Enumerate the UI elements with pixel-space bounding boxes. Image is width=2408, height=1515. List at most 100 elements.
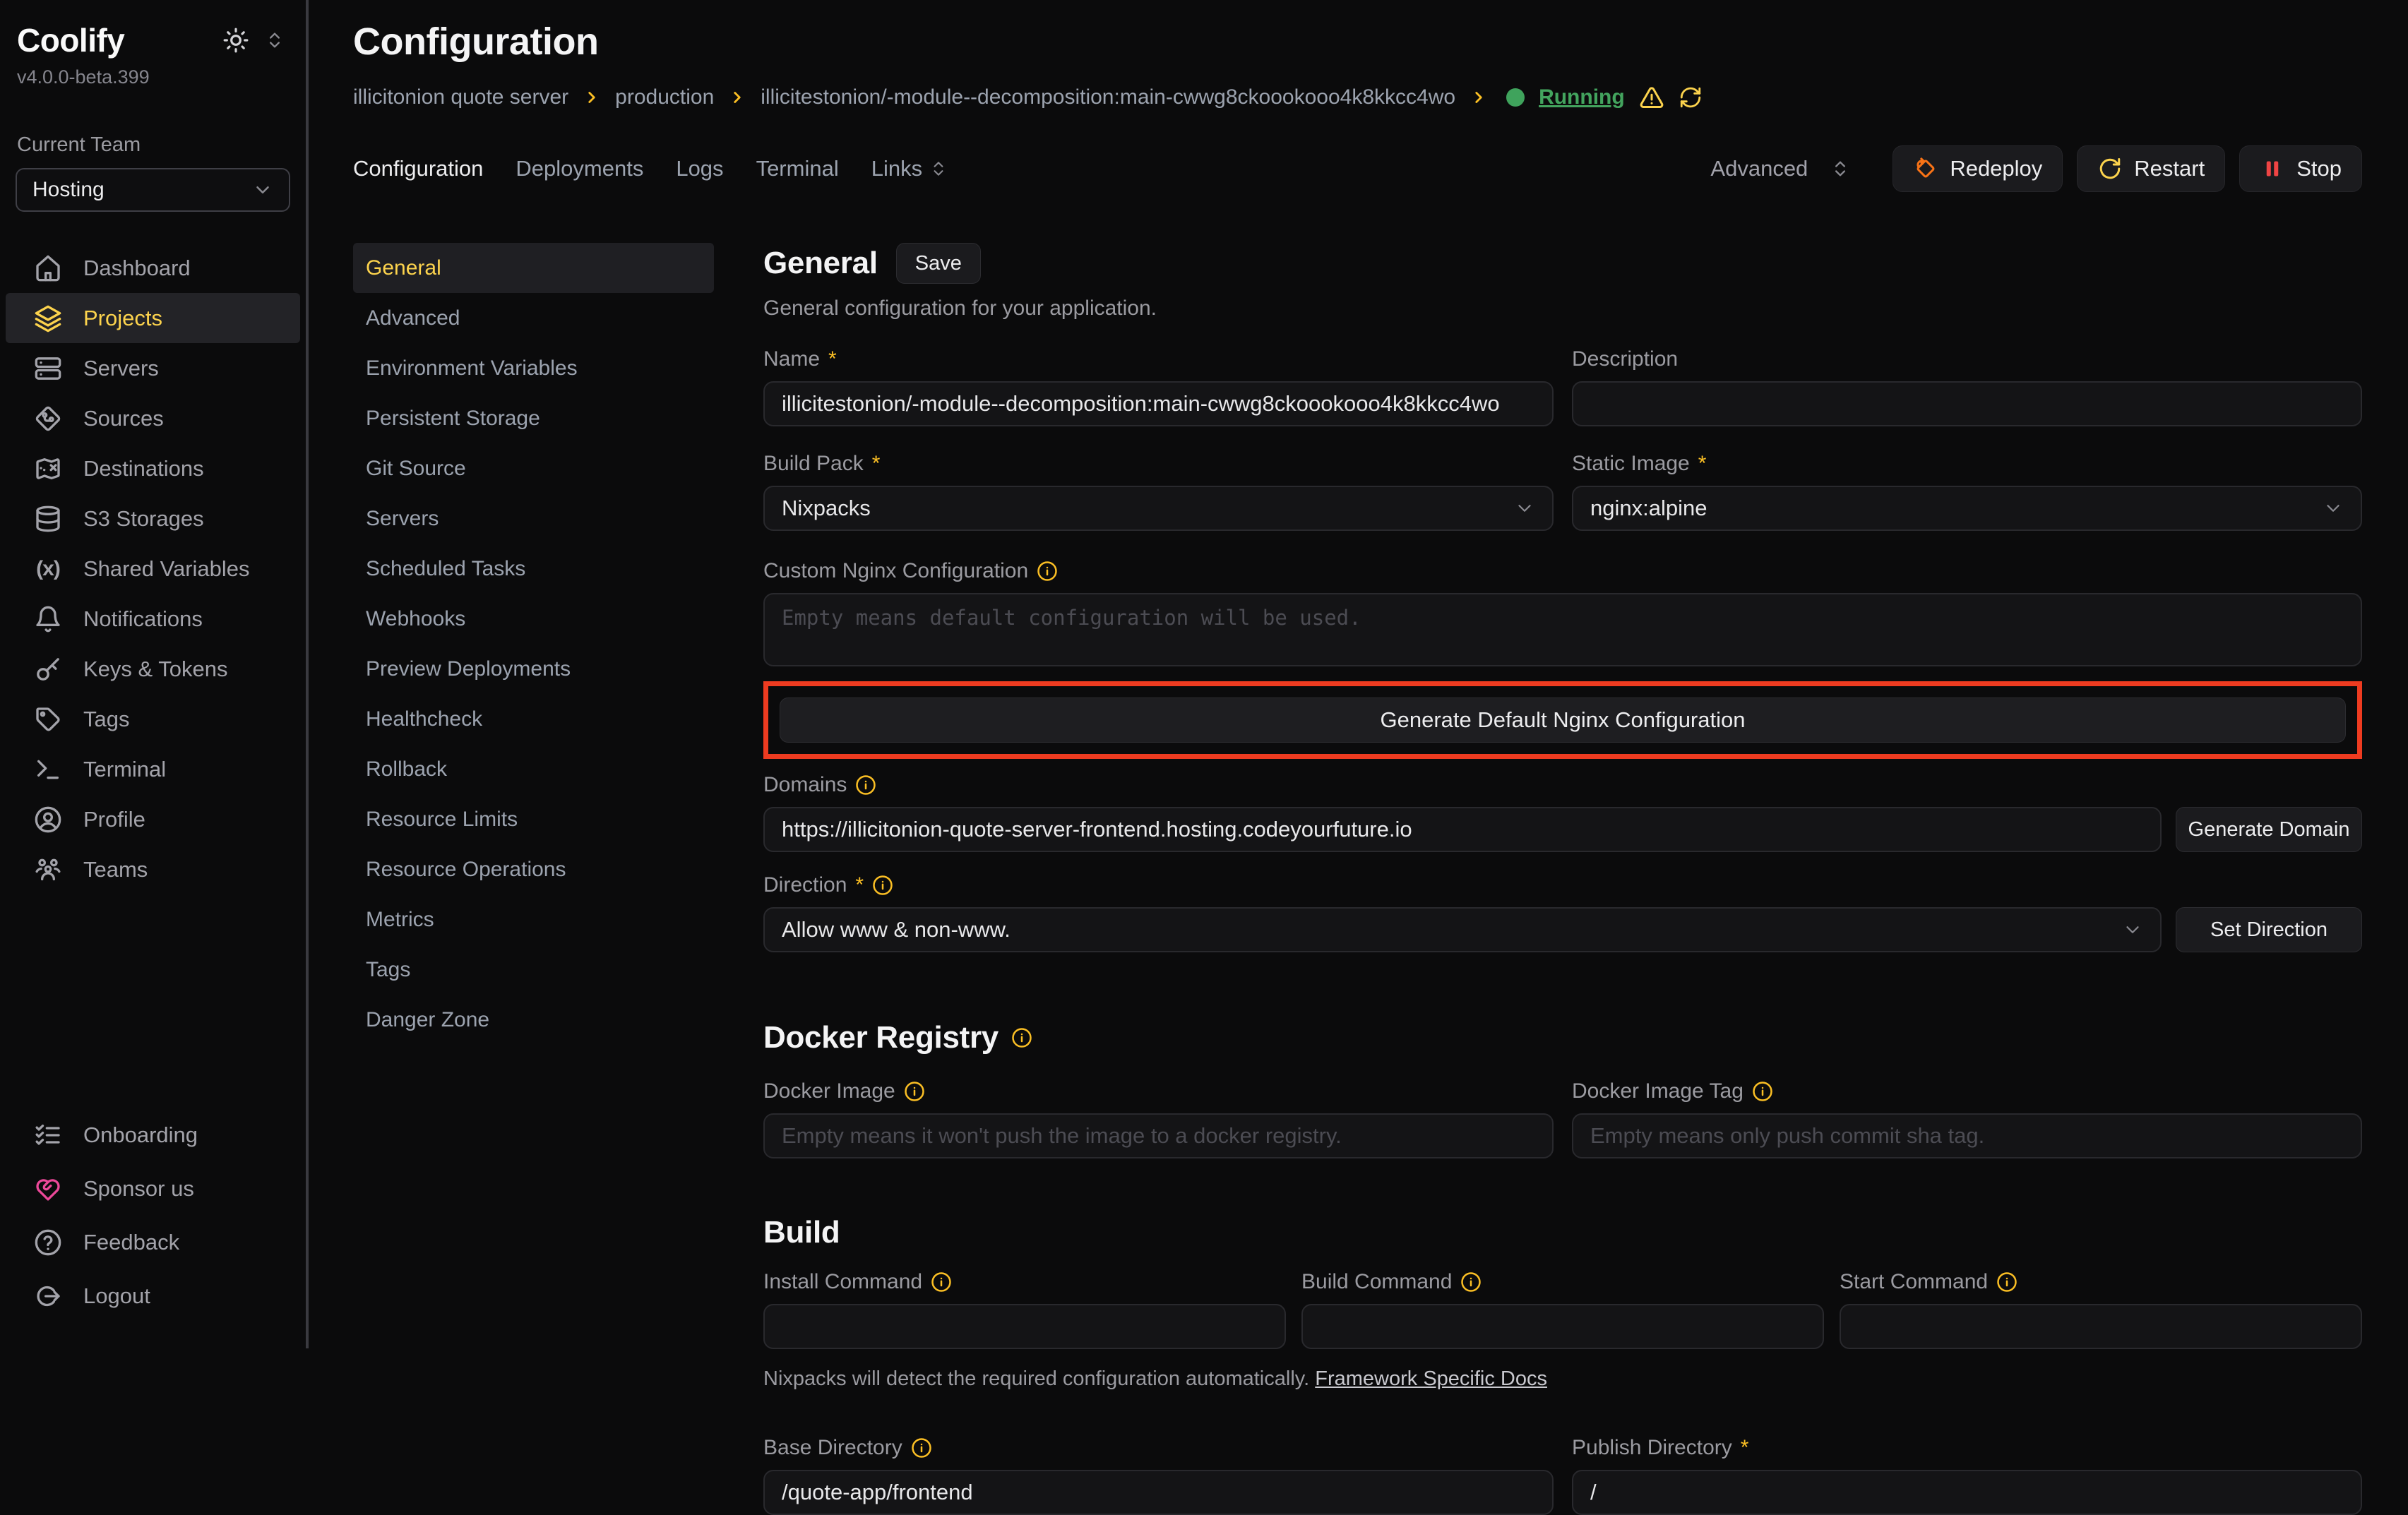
start-command-input[interactable] bbox=[1840, 1304, 2362, 1349]
submenu-preview-deployments[interactable]: Preview Deployments bbox=[353, 644, 714, 694]
tab-links[interactable]: Links bbox=[871, 156, 948, 181]
sidebar-item-notifications[interactable]: Notifications bbox=[6, 594, 300, 644]
refresh-icon[interactable] bbox=[1679, 85, 1703, 109]
sidebar-item-servers[interactable]: Servers bbox=[6, 343, 300, 393]
restart-label: Restart bbox=[2134, 156, 2205, 181]
publish-directory-input[interactable] bbox=[1572, 1470, 2362, 1515]
info-icon bbox=[911, 1437, 932, 1459]
sidebar-item-tags[interactable]: Tags bbox=[6, 694, 300, 744]
publish-directory-label: Publish Directory bbox=[1572, 1436, 1732, 1460]
sidebar-item-label: Terminal bbox=[83, 757, 166, 782]
database-icon bbox=[34, 505, 62, 533]
breadcrumb-environment[interactable]: production bbox=[615, 85, 714, 109]
submenu-advanced[interactable]: Advanced bbox=[353, 293, 714, 343]
info-icon bbox=[1011, 1027, 1032, 1048]
build-pack-select[interactable]: Nixpacks bbox=[763, 486, 1554, 531]
description-input[interactable] bbox=[1572, 381, 2362, 426]
sidebar-item-logout[interactable]: Logout bbox=[6, 1269, 300, 1323]
stop-button[interactable]: Stop bbox=[2239, 145, 2362, 192]
sidebar-item-keys-tokens[interactable]: Keys & Tokens bbox=[6, 644, 300, 694]
breadcrumb-project[interactable]: illicitonion quote server bbox=[353, 85, 568, 109]
name-label: Name bbox=[763, 347, 820, 371]
generate-nginx-config-button[interactable]: Generate Default Nginx Configuration bbox=[780, 697, 2346, 743]
submenu-webhooks[interactable]: Webhooks bbox=[353, 594, 714, 644]
sidebar-item-label: Shared Variables bbox=[83, 556, 250, 582]
chevron-right-icon bbox=[728, 88, 746, 107]
submenu-metrics[interactable]: Metrics bbox=[353, 894, 714, 945]
submenu-rollback[interactable]: Rollback bbox=[353, 744, 714, 794]
submenu-tags[interactable]: Tags bbox=[353, 945, 714, 995]
submenu-persistent-storage[interactable]: Persistent Storage bbox=[353, 393, 714, 443]
advanced-dropdown[interactable]: Advanced bbox=[1710, 156, 1850, 181]
generate-domain-button[interactable]: Generate Domain bbox=[2176, 807, 2362, 852]
static-image-select[interactable]: nginx:alpine bbox=[1572, 486, 2362, 531]
sidebar-item-terminal[interactable]: Terminal bbox=[6, 744, 300, 794]
build-command-input[interactable] bbox=[1301, 1304, 1824, 1349]
tab-logs[interactable]: Logs bbox=[676, 156, 723, 181]
redeploy-label: Redeploy bbox=[1950, 156, 2042, 181]
name-input[interactable] bbox=[763, 381, 1554, 426]
team-select[interactable]: Hosting bbox=[16, 168, 290, 212]
framework-docs-link[interactable]: Framework Specific Docs bbox=[1315, 1367, 1547, 1390]
sidebar-item-label: Onboarding bbox=[83, 1122, 198, 1148]
info-icon bbox=[931, 1271, 952, 1293]
sidebar-item-sponsor-us[interactable]: Sponsor us bbox=[6, 1162, 300, 1216]
submenu-general[interactable]: General bbox=[353, 243, 714, 293]
sidebar-item-profile[interactable]: Profile bbox=[6, 794, 300, 844]
submenu-git-source[interactable]: Git Source bbox=[353, 443, 714, 493]
redeploy-button[interactable]: Redeploy bbox=[1893, 145, 2063, 192]
logo-row: Coolify bbox=[0, 17, 306, 59]
general-form: General Save General configuration for y… bbox=[763, 243, 2362, 1515]
sidebar-item-shared-variables[interactable]: (x) Shared Variables bbox=[6, 544, 300, 594]
tab-terminal[interactable]: Terminal bbox=[756, 156, 839, 181]
submenu-resource-limits[interactable]: Resource Limits bbox=[353, 794, 714, 844]
name-field: Name * bbox=[763, 347, 1554, 426]
config-submenu: General Advanced Environment Variables P… bbox=[353, 243, 714, 1515]
set-direction-button[interactable]: Set Direction bbox=[2176, 907, 2362, 952]
submenu-scheduled-tasks[interactable]: Scheduled Tasks bbox=[353, 544, 714, 594]
base-directory-field: Base Directory bbox=[763, 1436, 1554, 1515]
current-team-label: Current Team bbox=[0, 133, 306, 157]
breadcrumb-application[interactable]: illicitestonion/-module--decomposition:m… bbox=[761, 85, 1455, 109]
save-button[interactable]: Save bbox=[896, 243, 981, 284]
restart-icon bbox=[2097, 156, 2123, 181]
submenu-healthcheck[interactable]: Healthcheck bbox=[353, 694, 714, 744]
chevron-down-icon bbox=[252, 179, 273, 200]
docker-image-input[interactable] bbox=[763, 1113, 1554, 1158]
nginx-config-textarea[interactable] bbox=[763, 593, 2362, 666]
required-marker: * bbox=[855, 873, 864, 897]
braces-x-icon: (x) bbox=[34, 555, 62, 583]
sidebar-item-onboarding[interactable]: Onboarding bbox=[6, 1108, 300, 1162]
static-image-field: Static Image * nginx:alpine bbox=[1572, 452, 2362, 531]
sidebar-nav: Dashboard Projects Servers Sources Desti… bbox=[0, 243, 306, 894]
submenu-servers[interactable]: Servers bbox=[353, 493, 714, 544]
submenu-resource-operations[interactable]: Resource Operations bbox=[353, 844, 714, 894]
sidebar-item-label: Profile bbox=[83, 807, 145, 832]
redeploy-icon bbox=[1913, 156, 1938, 181]
restart-button[interactable]: Restart bbox=[2077, 145, 2225, 192]
required-marker: * bbox=[872, 452, 881, 476]
sidebar-item-projects[interactable]: Projects bbox=[6, 293, 300, 343]
direction-select[interactable]: Allow www & non-www. bbox=[763, 907, 2162, 952]
tab-configuration[interactable]: Configuration bbox=[353, 156, 483, 181]
submenu-environment-variables[interactable]: Environment Variables bbox=[353, 343, 714, 393]
sidebar-item-destinations[interactable]: Destinations bbox=[6, 443, 300, 493]
base-directory-input[interactable] bbox=[763, 1470, 1554, 1515]
sidebar-item-s3-storages[interactable]: S3 Storages bbox=[6, 493, 300, 544]
required-marker: * bbox=[1698, 452, 1707, 476]
sidebar-item-feedback[interactable]: Feedback bbox=[6, 1216, 300, 1269]
sidebar-item-sources[interactable]: Sources bbox=[6, 393, 300, 443]
submenu-danger-zone[interactable]: Danger Zone bbox=[353, 995, 714, 1045]
theme-sun-icon[interactable] bbox=[222, 27, 249, 54]
status-badge[interactable]: Running bbox=[1539, 85, 1625, 109]
domains-input[interactable] bbox=[763, 807, 2162, 852]
tab-deployments[interactable]: Deployments bbox=[515, 156, 643, 181]
sidebar-item-dashboard[interactable]: Dashboard bbox=[6, 243, 300, 293]
docker-image-tag-input[interactable] bbox=[1572, 1113, 2362, 1158]
sidebar-item-teams[interactable]: Teams bbox=[6, 844, 300, 894]
pause-icon bbox=[2260, 156, 2285, 181]
install-command-input[interactable] bbox=[763, 1304, 1286, 1349]
sidebar-item-label: Servers bbox=[83, 356, 159, 381]
chevrons-up-down-icon[interactable] bbox=[265, 30, 285, 50]
list-checks-icon bbox=[34, 1121, 62, 1149]
